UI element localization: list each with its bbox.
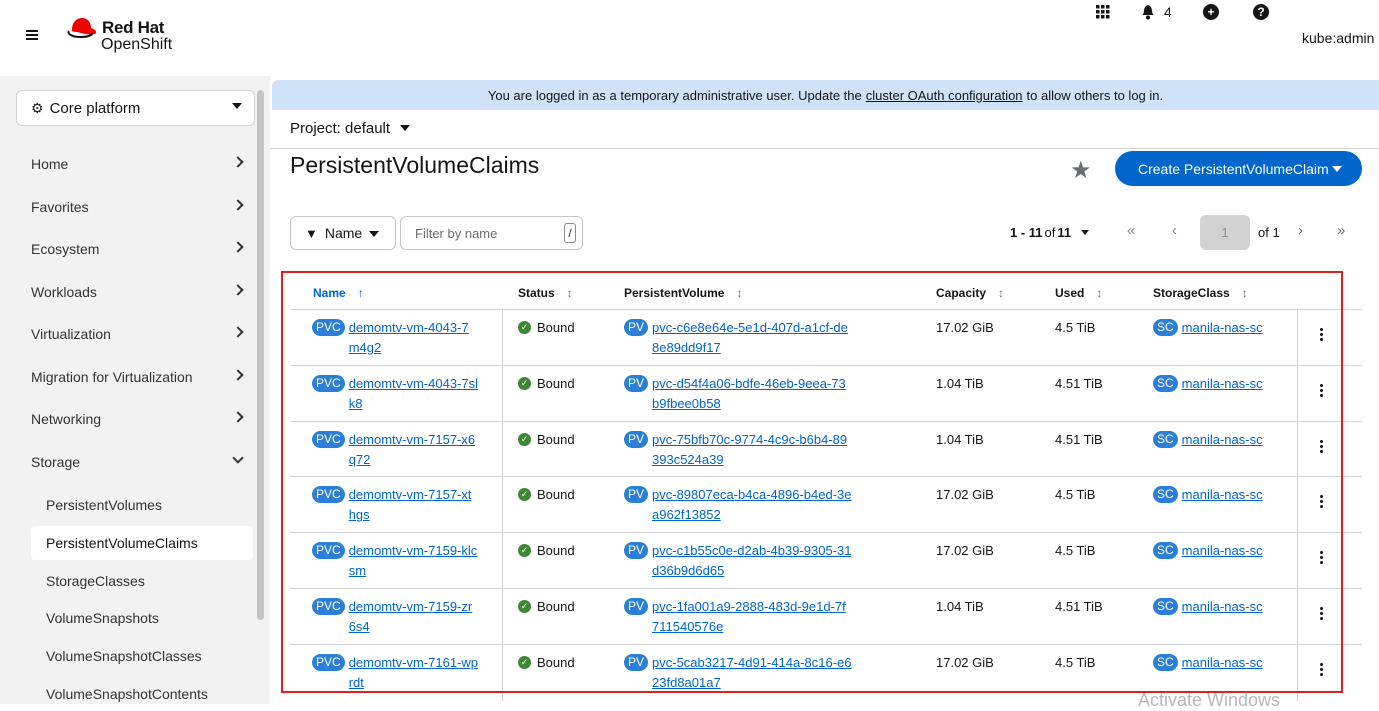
project-selector[interactable]: Project: default	[290, 116, 411, 140]
caret-down-icon	[400, 125, 411, 131]
sidebar-item-persistentvolumes[interactable]: PersistentVolumes	[31, 488, 253, 522]
sidebar-item-label: VolumeSnapshots	[46, 610, 159, 626]
sidebar-item-label: PersistentVolumeClaims	[46, 535, 198, 551]
filter-by-name-input[interactable]: Filter by name /	[400, 216, 583, 250]
help-button[interactable]: ?	[1253, 0, 1269, 24]
masthead: Red Hat OpenShift 4 + ? kube:admin	[0, 0, 1379, 76]
brand-line-2: OpenShift	[101, 36, 173, 53]
range-text: 1 - 11	[1010, 225, 1043, 240]
main-content: You are logged in as a temporary adminis…	[270, 76, 1379, 710]
sidebar-item-label: Storage	[31, 454, 81, 470]
sidebar-item-label: Home	[31, 156, 69, 172]
sidebar-item-label: Migration for Virtualization	[31, 369, 193, 385]
help-icon: ?	[1253, 4, 1269, 20]
sidebar-item-label: StorageClasses	[46, 573, 145, 589]
of-text: of	[1044, 225, 1056, 240]
bell-icon	[1142, 4, 1154, 19]
notifications-button[interactable]: 4	[1141, 0, 1172, 24]
last-page-button[interactable]: »	[1337, 222, 1345, 239]
windows-watermark: Activate Windows	[1138, 690, 1281, 710]
next-page-button[interactable]: ›	[1298, 222, 1303, 239]
sidebar-item-storage[interactable]: Storage	[0, 442, 256, 482]
previous-page-button[interactable]: ‹	[1172, 222, 1177, 239]
redhat-logo-icon	[67, 18, 97, 39]
cogs-icon: ⚙	[31, 99, 44, 116]
sidebar-item-persistentvolumeclaims[interactable]: PersistentVolumeClaims	[31, 526, 253, 560]
total-text: 11	[1057, 225, 1072, 240]
filter-type-label: Name	[324, 225, 363, 241]
sidebar-item-label: PersistentVolumes	[46, 497, 162, 513]
menu-icon[interactable]	[24, 28, 44, 48]
chevron-right-icon	[232, 369, 244, 381]
sidebar-item-favorites[interactable]: Favorites	[0, 187, 256, 227]
redhat-openshift-logo[interactable]: Red Hat OpenShift	[66, 16, 196, 56]
chevron-right-icon	[232, 241, 244, 253]
plus-circle-icon: +	[1203, 4, 1219, 20]
sidebar-item-volumesnapshots[interactable]: VolumeSnapshots	[31, 601, 253, 635]
sidebar-item-label: VolumeSnapshotClasses	[46, 648, 202, 664]
sidebar-item-label: Networking	[31, 411, 102, 427]
current-page-input[interactable]: 1	[1200, 215, 1250, 250]
chevron-right-icon	[232, 326, 244, 338]
sidebar-item-label: Favorites	[31, 199, 89, 215]
brand-line-1: Red Hat	[102, 18, 165, 37]
sidebar-item-home[interactable]: Home	[0, 144, 256, 184]
sidebar-item-label: VolumeSnapshotContents	[46, 686, 208, 702]
create-pvc-button[interactable]: Create PersistentVolumeClaim	[1115, 151, 1362, 186]
caret-down-icon	[1332, 166, 1342, 172]
sidebar-item-virtualization[interactable]: Virtualization	[0, 314, 256, 354]
filter-icon: ▼	[305, 225, 318, 241]
pagination-range[interactable]: 1 - 11 of 11	[1010, 225, 1090, 240]
chevron-down-icon	[232, 452, 244, 464]
caret-down-icon	[369, 231, 379, 237]
chevron-right-icon	[232, 411, 244, 423]
oauth-config-link[interactable]: cluster OAuth configuration	[866, 88, 1023, 103]
sidebar-item-volumesnapshotclasses[interactable]: VolumeSnapshotClasses	[31, 639, 253, 673]
sidebar-item-label: Virtualization	[31, 326, 111, 342]
sidebar-item-workloads[interactable]: Workloads	[0, 272, 256, 312]
sidebar-item-networking[interactable]: Networking	[0, 399, 256, 439]
banner-text-after: to allow others to log in.	[1026, 87, 1164, 103]
filter-type-dropdown[interactable]: ▼ Name	[290, 216, 396, 250]
sidebar-item-ecosystem[interactable]: Ecosystem	[0, 229, 256, 269]
sidebar-scrollbar[interactable]	[257, 90, 264, 620]
filter-placeholder: Filter by name	[415, 225, 498, 241]
keyboard-shortcut-hint: /	[564, 223, 576, 243]
perspective-label: Core platform	[49, 99, 141, 117]
page-of-label: of 1	[1258, 225, 1280, 240]
apps-grid-icon[interactable]	[1096, 0, 1110, 24]
sidebar-item-volumesnapshotcontents[interactable]: VolumeSnapshotContents	[31, 677, 253, 711]
divider	[270, 148, 1379, 149]
sidebar-item-migration[interactable]: Migration for Virtualization	[0, 357, 256, 397]
chevron-right-icon	[232, 284, 244, 296]
perspective-switcher[interactable]: ⚙ Core platform	[16, 90, 255, 126]
project-label: Project: default	[290, 119, 391, 137]
sidebar-item-label: Workloads	[31, 284, 97, 300]
sidebar-item-storageclasses[interactable]: StorageClasses	[31, 564, 253, 598]
page-title: PersistentVolumeClaims	[290, 152, 540, 178]
chevron-right-icon	[232, 156, 244, 168]
caret-down-icon	[232, 103, 242, 109]
user-menu[interactable]: kube:admin	[1302, 30, 1374, 46]
caret-down-icon	[1081, 230, 1090, 235]
sidebar-item-label: Ecosystem	[31, 241, 100, 257]
highlight-frame	[281, 271, 1343, 693]
banner-text: You are logged in as a temporary adminis…	[487, 87, 862, 103]
create-pvc-label: Create PersistentVolumeClaim	[1138, 160, 1329, 177]
notification-count: 4	[1164, 4, 1172, 20]
chevron-right-icon	[232, 199, 244, 211]
first-page-button[interactable]: «	[1127, 222, 1135, 239]
sidebar: ⚙ Core platform Home Favorites Ecosystem…	[0, 76, 270, 704]
add-button[interactable]: +	[1203, 0, 1219, 24]
cluster-banner: You are logged in as a temporary adminis…	[272, 80, 1379, 110]
favorite-star-icon[interactable]: ★	[1070, 156, 1092, 185]
